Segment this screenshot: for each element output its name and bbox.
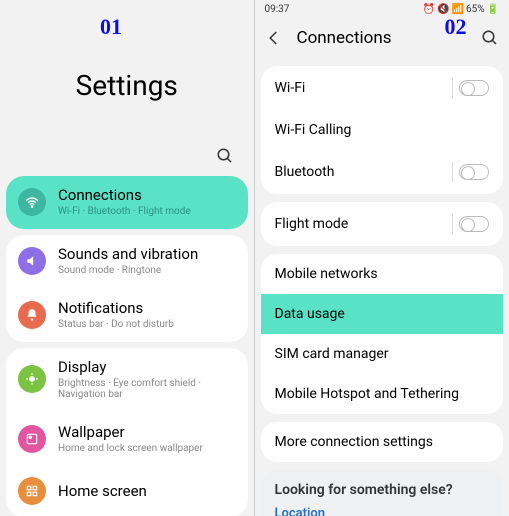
wifi-icon <box>18 188 46 216</box>
row-label: Bluetooth <box>275 164 335 180</box>
row-more-settings[interactable]: More connection settings <box>261 422 504 462</box>
row-hotspot[interactable]: Mobile Hotspot and Tethering <box>261 374 504 414</box>
back-button[interactable] <box>265 29 283 47</box>
bluetooth-toggle[interactable] <box>459 164 489 180</box>
wifi-toggle[interactable] <box>459 80 489 96</box>
row-flight-mode[interactable]: Flight mode <box>261 202 504 246</box>
row-data-usage[interactable]: Data usage <box>261 294 504 334</box>
row-sub: Wi-Fi · Bluetooth · Flight mode <box>58 206 191 217</box>
row-text: Sounds and vibration Sound mode · Ringto… <box>58 245 198 276</box>
row-text: Notifications Status bar · Do not distur… <box>58 299 174 330</box>
row-label: Wi-Fi Calling <box>275 122 352 138</box>
search-button[interactable] <box>481 29 499 47</box>
search-button[interactable] <box>216 147 234 165</box>
row-label: Flight mode <box>275 216 349 232</box>
row-label: More connection settings <box>275 434 433 450</box>
row-title: Wallpaper <box>58 423 203 441</box>
row-label: Mobile Hotspot and Tethering <box>275 386 459 402</box>
row-text: Connections Wi-Fi · Bluetooth · Flight m… <box>58 186 191 217</box>
row-label: Data usage <box>275 306 345 322</box>
battery-text: 65% <box>466 4 485 15</box>
row-mobile-networks[interactable]: Mobile networks <box>261 254 504 294</box>
group-2: Flight mode <box>261 202 504 246</box>
display-icon <box>18 365 46 393</box>
row-wifi-calling[interactable]: Wi-Fi Calling <box>261 110 504 150</box>
row-sim-card[interactable]: SIM card manager <box>261 334 504 374</box>
settings-card-2: Sounds and vibration Sound mode · Ringto… <box>6 235 248 342</box>
wallpaper-icon <box>18 425 46 453</box>
search-icon <box>216 147 234 165</box>
row-text: Display Brightness · Eye comfort shield … <box>58 358 236 400</box>
bell-icon <box>18 301 46 329</box>
page-title: Settings <box>76 69 178 102</box>
row-notifications[interactable]: Notifications Status bar · Do not distur… <box>6 288 248 342</box>
row-sounds[interactable]: Sounds and vibration Sound mode · Ringto… <box>6 235 248 288</box>
pane-step-2: 02 09:37 ⏰ 🔇 📶 65% 🔋 Connections Wi-Fi W… <box>255 0 509 516</box>
row-connections[interactable]: Connections Wi-Fi · Bluetooth · Flight m… <box>6 176 248 229</box>
pane-step-1: 01 Settings Connections Wi-Fi · Bluetoot… <box>0 0 255 516</box>
settings-card-3: Display Brightness · Eye comfort shield … <box>6 348 248 516</box>
row-sub: Sound mode · Ringtone <box>58 265 198 276</box>
row-title: Sounds and vibration <box>58 245 198 263</box>
row-text: Home screen <box>58 482 147 500</box>
alarm-icon: ⏰ <box>423 4 435 15</box>
home-icon <box>18 477 46 505</box>
row-title: Display <box>58 358 236 376</box>
row-sub: Home and lock screen wallpaper <box>58 443 203 454</box>
settings-card-1: Connections Wi-Fi · Bluetooth · Flight m… <box>6 176 248 229</box>
settings-header: Settings <box>0 0 254 170</box>
footer-link-location[interactable]: Location <box>261 500 504 516</box>
flight-toggle[interactable] <box>459 216 489 232</box>
row-text: Wallpaper Home and lock screen wallpaper <box>58 423 203 454</box>
footer-question: Looking for something else? <box>261 470 504 500</box>
row-display[interactable]: Display Brightness · Eye comfort shield … <box>6 348 248 412</box>
signal-icon: 📶 <box>452 4 464 15</box>
connections-list: Wi-Fi Wi-Fi Calling Bluetooth Flight mod… <box>255 66 509 516</box>
status-indicators: ⏰ 🔇 📶 65% 🔋 <box>423 4 499 15</box>
row-homescreen[interactable]: Home screen <box>6 466 248 516</box>
sound-icon <box>18 247 46 275</box>
row-label: SIM card manager <box>275 346 389 362</box>
row-wallpaper[interactable]: Wallpaper Home and lock screen wallpaper <box>6 412 248 466</box>
battery-icon: 🔋 <box>487 4 499 15</box>
group-4: More connection settings <box>261 422 504 462</box>
status-time: 09:37 <box>265 4 290 15</box>
group-1: Wi-Fi Wi-Fi Calling Bluetooth <box>261 66 504 194</box>
group-3: Mobile networks Data usage SIM card mana… <box>261 254 504 414</box>
search-icon <box>481 29 499 47</box>
connections-header: Connections <box>255 18 509 58</box>
dnd-icon: 🔇 <box>437 4 449 15</box>
row-title: Notifications <box>58 299 174 317</box>
row-title: Connections <box>58 186 191 204</box>
row-sub: Brightness · Eye comfort shield · Naviga… <box>58 378 236 400</box>
footer-block: Looking for something else? Location <box>261 470 504 516</box>
page-title: Connections <box>297 28 468 48</box>
row-bluetooth[interactable]: Bluetooth <box>261 150 504 194</box>
step-label-1: 01 <box>100 14 122 40</box>
row-label: Mobile networks <box>275 266 378 282</box>
status-bar: 09:37 ⏰ 🔇 📶 65% 🔋 <box>255 0 509 18</box>
chevron-left-icon <box>265 29 283 47</box>
row-title: Home screen <box>58 482 147 500</box>
row-sub: Status bar · Do not disturb <box>58 319 174 330</box>
row-label: Wi-Fi <box>275 80 306 96</box>
step-label-2: 02 <box>445 14 467 40</box>
row-wifi[interactable]: Wi-Fi <box>261 66 504 110</box>
